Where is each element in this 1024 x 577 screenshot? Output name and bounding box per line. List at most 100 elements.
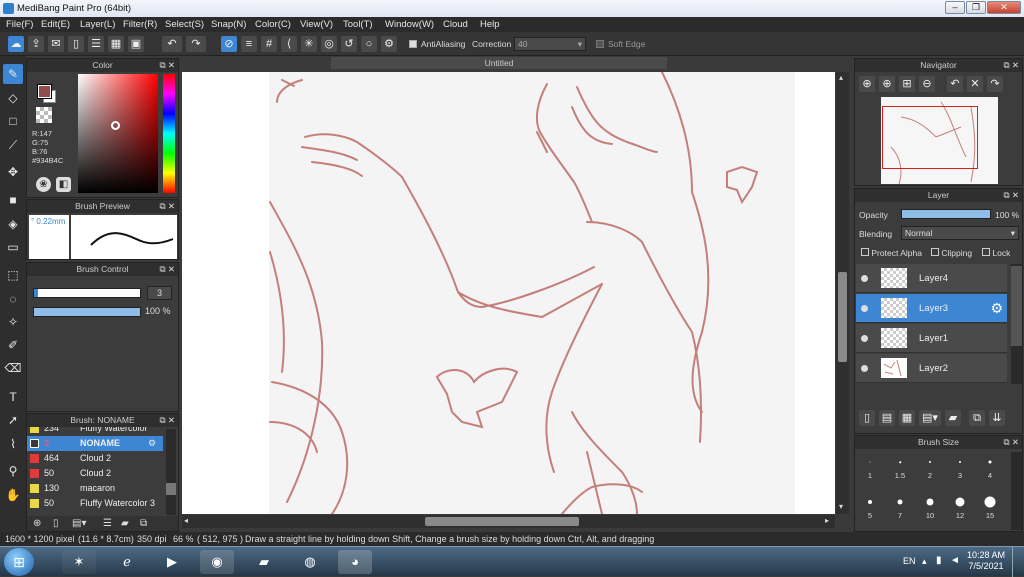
brush-size-option[interactable]: 2 [915, 452, 945, 480]
blending-select[interactable]: Normal ▾ [901, 226, 1019, 240]
menu-edit[interactable]: Edit(E) [41, 19, 70, 30]
rotate-left-icon[interactable]: ↶ [947, 76, 963, 92]
vertical-scroll-thumb[interactable] [838, 272, 847, 362]
add-brush-icon[interactable]: ⊕ [33, 518, 41, 529]
visibility-eye-icon[interactable] [861, 275, 868, 282]
brush-item-selected[interactable]: 3 NONAME ⚙ [27, 436, 163, 451]
brush-size-scrollbar[interactable] [1011, 452, 1022, 530]
hand-tool-icon[interactable]: ✋ [3, 485, 23, 505]
grid-icon[interactable]: ▦ [108, 36, 124, 52]
vanishing-snap-icon[interactable]: ⟨ [281, 36, 297, 52]
close-window-button[interactable]: ✕ [987, 1, 1021, 14]
brush-size-value[interactable]: 3 [147, 286, 172, 300]
transparent-swatch[interactable] [36, 107, 52, 123]
cross-snap-icon[interactable]: # [261, 36, 277, 52]
clock[interactable]: 10:28 AM 7/5/2021 [964, 550, 1008, 572]
menu-window[interactable]: Window(W) [385, 19, 434, 30]
layer-row-layer4[interactable]: Layer4 [856, 264, 1007, 293]
medibang-taskbar-icon[interactable]: ◕ [338, 550, 372, 574]
vertical-scrollbar[interactable]: ▴ ▾ [836, 72, 849, 514]
menu-view[interactable]: View(V) [300, 19, 333, 30]
copy-icon[interactable]: ⧉ [140, 518, 147, 529]
panel-close-icon[interactable]: ⧉ ✕ [159, 263, 175, 276]
hue-slider[interactable] [163, 74, 175, 193]
comment-icon[interactable]: ✉ [48, 36, 64, 52]
menu-color[interactable]: Color(C) [255, 19, 291, 30]
maximize-button[interactable]: ❐ [966, 1, 986, 14]
line-tool-icon[interactable]: ⟋ [3, 135, 23, 155]
menu-filter[interactable]: Filter(R) [123, 19, 157, 30]
fill-rect-tool-icon[interactable]: ■ [3, 190, 23, 210]
scroll-down-icon[interactable]: ▾ [839, 502, 843, 511]
dropper-tool-icon[interactable]: ⌇ [3, 434, 23, 454]
soft-edge-checkbox[interactable] [596, 40, 604, 50]
select-eraser-icon[interactable]: ⌫ [3, 358, 23, 378]
folder-icon[interactable]: ▰ [945, 410, 961, 426]
panel-close-icon[interactable]: ⧉ ✕ [159, 59, 175, 72]
text-tool-icon[interactable]: T [3, 387, 23, 407]
move-tool-icon[interactable]: ✥ [3, 162, 23, 182]
zoom-in-icon[interactable]: ⊕ [859, 76, 875, 92]
zoom-in-alt-icon[interactable]: ⊕ [879, 76, 895, 92]
brush-size-option[interactable]: 3 [945, 452, 975, 480]
menu-tool[interactable]: Tool(T) [343, 19, 373, 30]
panels-icon[interactable]: ▣ [128, 36, 144, 52]
navigator-thumbnail[interactable] [881, 97, 998, 185]
menu-select[interactable]: Select(S) [165, 19, 204, 30]
layer-row-layer3[interactable]: Layer3 ⚙ [856, 294, 1007, 323]
brush-item[interactable]: 50 Cloud 2 [27, 466, 163, 481]
new-layer-icon[interactable]: ▯ [859, 410, 875, 426]
brush-size-option[interactable]: 5 [855, 492, 885, 520]
brush-size-option[interactable]: 1.5 [885, 452, 915, 480]
undo-icon[interactable]: ↶ [162, 36, 182, 52]
camera-app-icon[interactable]: ◉ [200, 550, 234, 574]
new-folder-layer-icon[interactable]: ▦ [899, 410, 915, 426]
brush-item[interactable]: 464 Cloud 2 [27, 451, 163, 466]
rotate-right-icon[interactable]: ↷ [987, 76, 1003, 92]
scroll-right-icon[interactable]: ▸ [825, 516, 829, 525]
parallel-snap-icon[interactable]: ≡ [241, 36, 257, 52]
operation-tool-icon[interactable]: ➚ [3, 410, 23, 430]
gear-icon[interactable]: ⚙ [990, 300, 1003, 317]
layer-menu-icon[interactable]: ▤▾ [919, 410, 941, 426]
fullscreen-icon[interactable]: ✕ [967, 76, 983, 92]
snap-off-icon[interactable]: ⊘ [221, 36, 237, 52]
tray-up-icon[interactable]: ▴ [922, 556, 927, 567]
panel-close-icon[interactable]: ⧉ ✕ [1003, 59, 1019, 72]
brush-size-option[interactable]: 7 [885, 492, 915, 520]
language-indicator[interactable]: EN [903, 556, 916, 566]
bucket-tool-icon[interactable]: ◈ [3, 214, 23, 234]
brush-size-slider[interactable] [33, 288, 141, 298]
chrome-icon[interactable]: ◍ [293, 550, 327, 574]
brush-size-option[interactable]: 10 [915, 492, 945, 520]
duplicate-layer-icon[interactable]: ⧉ [969, 410, 985, 426]
brush-item[interactable]: 50 Fluffy Watercolor 3 [27, 496, 163, 511]
menu-cloud[interactable]: Cloud [443, 19, 468, 30]
select-tool-icon[interactable]: ⬚ [3, 265, 23, 285]
color-picker-handle[interactable] [111, 121, 120, 130]
settings-snap-icon[interactable]: ⚙ [381, 36, 397, 52]
network-icon[interactable]: ▮ [936, 555, 942, 566]
media-player-icon[interactable]: ▶ [155, 550, 189, 574]
eraser-tool-icon[interactable]: ◇ [3, 88, 23, 108]
canvas-tab[interactable]: Untitled [331, 57, 667, 69]
clipping-toggle[interactable]: Clipping [931, 248, 972, 258]
brush-size-option[interactable]: 12 [945, 492, 975, 520]
scroll-left-icon[interactable]: ◂ [184, 516, 188, 525]
start-button[interactable]: ⊞ [4, 548, 34, 576]
layer-row-layer1[interactable]: Layer1 [856, 324, 1007, 353]
menu-snap[interactable]: Snap(N) [211, 19, 246, 30]
panel-close-icon[interactable]: ⧉ ✕ [1003, 436, 1019, 449]
menu-layer[interactable]: Layer(L) [80, 19, 115, 30]
antialiasing-checkbox[interactable] [409, 40, 417, 50]
minimize-button[interactable]: – [945, 1, 965, 14]
magic-wand-icon[interactable]: ✧ [3, 312, 23, 332]
color-history-icon[interactable]: ◧ [56, 177, 71, 192]
brush-size-option[interactable]: 1 [855, 452, 885, 480]
volume-icon[interactable]: ◄ [950, 555, 960, 566]
virus-app-icon[interactable]: ✶ [62, 550, 96, 574]
palette-icon[interactable]: ❀ [36, 177, 51, 192]
menu-help[interactable]: Help [480, 19, 500, 30]
brush-opacity-slider[interactable] [33, 307, 141, 317]
share-icon[interactable]: ⇪ [28, 36, 44, 52]
